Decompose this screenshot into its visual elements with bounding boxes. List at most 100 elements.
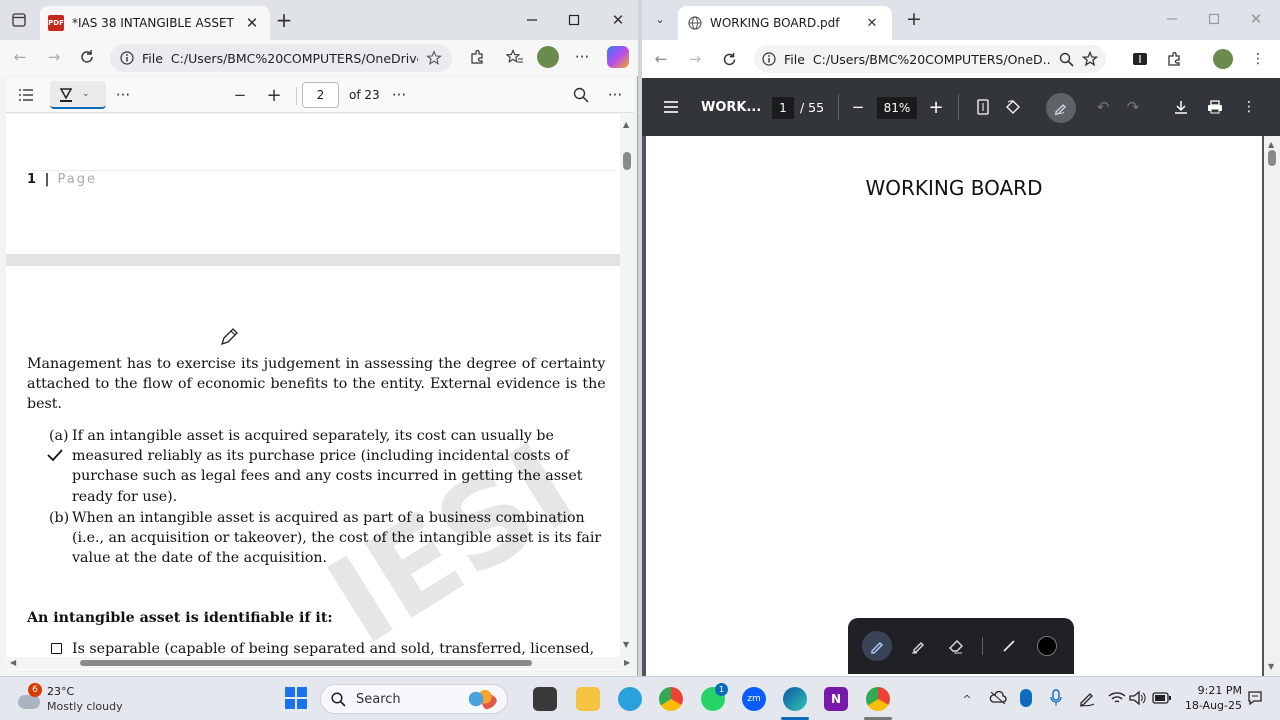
new-tab-icon[interactable]: + (274, 8, 294, 32)
bluetooth-icon[interactable] (1020, 689, 1032, 707)
maximize-icon[interactable] (564, 10, 584, 30)
scroll-down-icon[interactable]: ▼ (1268, 662, 1274, 671)
zoom-in-icon[interactable]: + (926, 97, 946, 118)
forward-icon[interactable]: → (685, 49, 705, 69)
copilot-icon[interactable] (607, 46, 629, 68)
telegram-icon[interactable] (618, 687, 642, 711)
show-hidden-icons[interactable]: ^ (957, 689, 977, 709)
undo-icon[interactable]: ↶ (1093, 97, 1113, 117)
profile-avatar[interactable] (1213, 49, 1233, 69)
pdf-more-icon[interactable]: ⋮ (1239, 97, 1259, 117)
color-picker-button[interactable] (1035, 634, 1059, 658)
battery-icon[interactable] (1152, 692, 1172, 704)
right-url-field[interactable]: File C:/Users/BMC%20COMPUTERS/OneD... (754, 45, 1106, 73)
print-icon[interactable] (1205, 97, 1225, 117)
close-window-icon[interactable]: ✕ (608, 10, 628, 30)
extensions-icon[interactable] (467, 47, 487, 67)
sidebar-menu-icon[interactable] (661, 97, 681, 117)
maximize-icon[interactable] (1204, 9, 1224, 29)
scroll-down-icon[interactable]: ▼ (623, 640, 629, 649)
scroll-thumb[interactable] (1268, 150, 1276, 166)
reading-mode-icon[interactable] (1130, 49, 1150, 69)
wifi-icon[interactable] (1108, 690, 1126, 706)
back-icon[interactable]: ← (651, 49, 671, 69)
list-marker-a: (a) (49, 428, 69, 444)
minimize-icon[interactable] (522, 10, 542, 30)
refresh-icon[interactable] (77, 47, 97, 67)
settings-more-icon[interactable]: ··· (605, 85, 625, 105)
zoom-out-icon[interactable]: − (230, 85, 250, 105)
notifications-icon[interactable] (1247, 690, 1263, 706)
onenote-icon[interactable]: N (824, 687, 848, 711)
microphone-icon[interactable] (1050, 689, 1062, 707)
fit-page-icon[interactable] (973, 97, 993, 117)
tab-ias38[interactable]: PDF *IAS 38 INTANGIBLE ASSETS.pdf ✕ (40, 6, 270, 40)
extensions-icon[interactable] (1164, 49, 1184, 69)
zoom-app-icon[interactable]: zm (742, 687, 766, 711)
eraser-tool-button[interactable] (944, 634, 968, 658)
page-current-input[interactable]: 1 (772, 97, 794, 119)
download-icon[interactable] (1171, 97, 1191, 117)
more-menu-icon[interactable]: ··· (572, 47, 592, 67)
left-url-field[interactable]: File C:/Users/BMC%20COMPUTERS/OneDrive..… (110, 44, 452, 72)
pen-tool-button[interactable] (862, 631, 892, 661)
zoom-magnifier-icon[interactable] (1059, 52, 1074, 67)
chevron-down-icon: ⌄ (82, 89, 90, 99)
pen-menu-icon[interactable] (1078, 689, 1096, 707)
stroke-size-button[interactable] (997, 634, 1021, 658)
task-view-icon[interactable] (533, 687, 557, 711)
highlighter-tool-button[interactable] (906, 634, 930, 658)
page-options-icon[interactable]: ··· (389, 85, 409, 105)
minimize-icon[interactable] (1162, 9, 1182, 29)
annotate-button[interactable] (1046, 93, 1076, 123)
zoom-out-icon[interactable]: − (848, 97, 868, 117)
back-icon[interactable]: ← (10, 47, 30, 67)
scroll-up-icon[interactable]: ▲ (623, 120, 629, 129)
windows-start-icon[interactable] (285, 687, 307, 709)
close-tab-icon[interactable]: ✕ (862, 13, 882, 33)
tab-actions-icon[interactable] (9, 10, 29, 30)
scroll-left-icon[interactable]: ◀ (10, 658, 16, 667)
bookmark-star-icon[interactable] (1082, 51, 1098, 67)
weather-widget[interactable]: 6 23°C Mostly cloudy (16, 683, 123, 717)
close-tab-icon[interactable]: ✕ (242, 13, 262, 33)
chrome-profile-icon[interactable] (866, 687, 890, 711)
info-icon[interactable] (762, 52, 776, 66)
rotate-icon[interactable] (1003, 97, 1023, 117)
chrome-menu-icon[interactable]: ⋮ (1248, 49, 1268, 69)
profile-avatar[interactable] (537, 46, 559, 68)
zoom-input[interactable]: 81% (877, 97, 917, 119)
h-scroll-thumb[interactable] (80, 660, 532, 666)
temperature: 23°C (47, 685, 75, 698)
new-tab-icon[interactable]: + (904, 8, 924, 30)
file-explorer-icon[interactable] (576, 687, 600, 711)
volume-icon[interactable] (1129, 690, 1147, 706)
onedrive-off-icon[interactable] (989, 691, 1007, 705)
right-vertical-scrollbar[interactable]: ▲ ▼ (1264, 136, 1280, 676)
taskbar-search[interactable]: Search (320, 684, 508, 714)
more-tools-icon[interactable]: ··· (113, 85, 133, 105)
scroll-up-icon[interactable]: ▲ (1268, 140, 1274, 149)
close-window-icon[interactable]: ✕ (1246, 9, 1266, 29)
favorites-icon[interactable] (505, 47, 525, 67)
horizontal-scrollbar[interactable]: ◀ ▶ (6, 657, 634, 669)
clock[interactable]: 9:21 PM 18-Aug-25 (1180, 683, 1242, 713)
forward-icon[interactable]: → (44, 47, 64, 67)
info-icon[interactable] (120, 51, 134, 65)
tab-search-chevron-icon[interactable]: ⌄ (650, 9, 670, 29)
highlight-tool-button[interactable]: ⌄ (50, 81, 106, 109)
list-a-line: measured reliably as its purchase price … (72, 448, 569, 465)
refresh-icon[interactable] (719, 49, 739, 69)
zoom-in-icon[interactable]: + (264, 85, 284, 106)
page-number-input[interactable]: 2 (302, 82, 339, 108)
chrome-icon[interactable] (659, 687, 683, 711)
tab-working-board[interactable]: WORKING BOARD.pdf ✕ (678, 6, 892, 40)
favorite-star-icon[interactable] (426, 50, 442, 66)
search-icon[interactable] (571, 85, 591, 105)
redo-icon[interactable]: ↷ (1123, 97, 1143, 117)
edge-icon[interactable] (783, 687, 807, 711)
vertical-scrollbar[interactable]: ▲ ▼ (620, 114, 634, 654)
scroll-right-icon[interactable]: ▶ (624, 658, 630, 667)
contents-icon[interactable] (16, 85, 36, 105)
scroll-thumb[interactable] (623, 152, 631, 170)
